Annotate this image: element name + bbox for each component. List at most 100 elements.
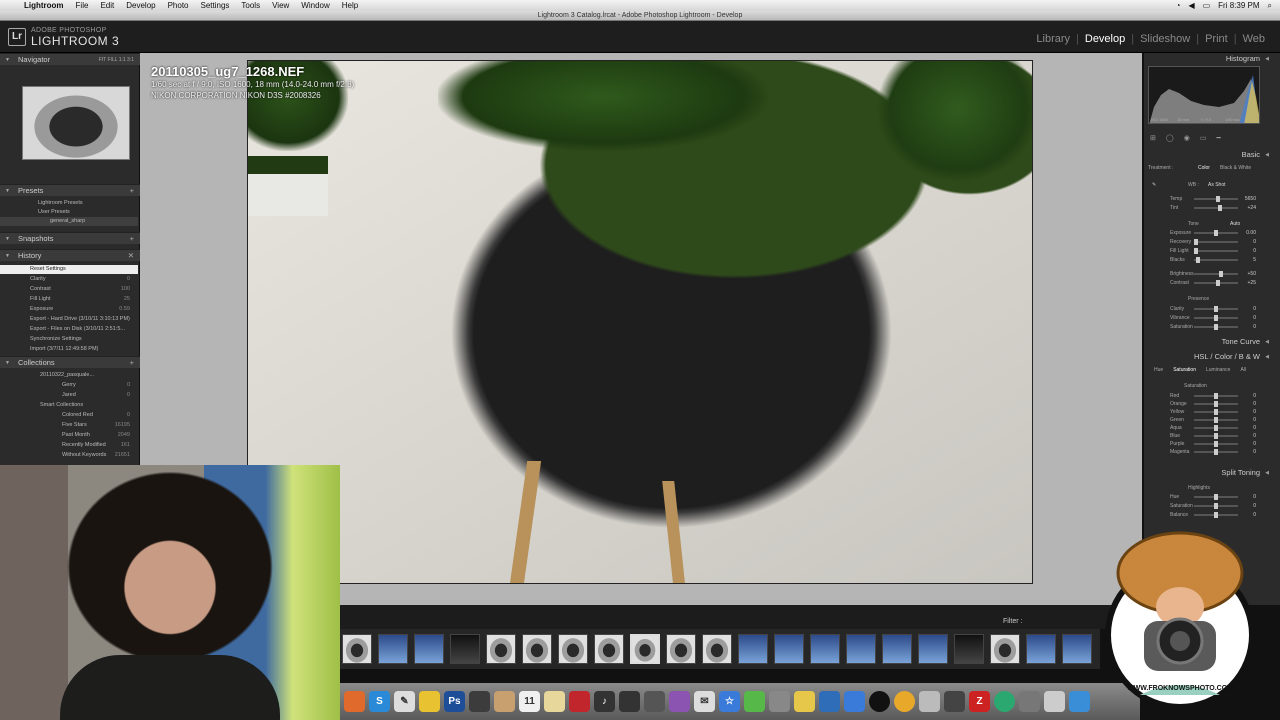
photoshop-icon[interactable]: Ps <box>444 691 465 712</box>
wifi-icon[interactable]: ◔ <box>1176 1 1181 10</box>
app-icon[interactable] <box>1019 691 1040 712</box>
menu-photo[interactable]: Photo <box>168 1 189 10</box>
filmstrip-thumbnail[interactable] <box>630 634 660 664</box>
preset-item[interactable]: general_sharp <box>0 217 138 226</box>
slider-knob[interactable] <box>1216 196 1220 202</box>
app-icon[interactable] <box>619 691 640 712</box>
volume-icon[interactable]: ◀ <box>1188 1 1194 10</box>
add-preset-button[interactable]: + <box>130 185 134 197</box>
spotlight-icon[interactable]: ⌕ <box>1268 1 1272 11</box>
filmstrip[interactable] <box>340 629 1100 669</box>
treatment-color[interactable]: Color <box>1198 164 1210 172</box>
app-icon[interactable] <box>744 691 765 712</box>
slider-knob[interactable] <box>1218 205 1222 211</box>
split-slider[interactable]: Balance 0 <box>1148 511 1258 519</box>
hsl-slider[interactable]: Yellow 0 <box>1148 408 1258 416</box>
filezilla-icon[interactable]: Z <box>969 691 990 712</box>
collection-item[interactable]: Gerry 0 <box>0 381 138 390</box>
app-icon[interactable] <box>669 691 690 712</box>
slider-knob[interactable] <box>1196 257 1200 263</box>
preset-folder[interactable]: User Presets <box>0 208 138 217</box>
spot-removal-icon[interactable]: ◯ <box>1166 134 1174 144</box>
adjustment-brush-icon[interactable]: ━ <box>1216 134 1220 144</box>
slider-knob[interactable] <box>1214 433 1218 439</box>
app-icon[interactable] <box>894 691 915 712</box>
slider-knob[interactable] <box>1214 503 1218 509</box>
collection-item[interactable]: Smart Collections <box>0 401 138 410</box>
main-photo[interactable] <box>247 60 1033 584</box>
app-icon[interactable] <box>819 691 840 712</box>
basic-slider[interactable]: Recovery 0 <box>1148 238 1258 246</box>
app-icon[interactable] <box>869 691 890 712</box>
app-icon[interactable]: ♪ <box>594 691 615 712</box>
app-icon[interactable] <box>644 691 665 712</box>
basic-slider[interactable]: Saturation 0 <box>1148 323 1258 331</box>
basic-slider[interactable]: Contrast +25 <box>1148 279 1258 287</box>
filmstrip-thumbnail[interactable] <box>666 634 696 664</box>
filmstrip-thumbnail[interactable] <box>882 634 912 664</box>
hsl-tab-saturation[interactable]: Saturation <box>1173 366 1196 374</box>
slider-knob[interactable] <box>1219 271 1223 277</box>
split-toning-header[interactable]: Split Toning <box>1144 467 1272 479</box>
app-icon[interactable] <box>1044 691 1065 712</box>
slider-knob[interactable] <box>1214 315 1218 321</box>
hsl-tab-hue[interactable]: Hue <box>1154 366 1163 374</box>
filmstrip-thumbnail[interactable] <box>558 634 588 664</box>
filmstrip-thumbnail[interactable] <box>990 634 1020 664</box>
preset-folder[interactable]: Lightroom Presets <box>0 199 138 208</box>
basic-slider[interactable]: Exposure 0.00 <box>1148 229 1258 237</box>
module-web[interactable]: Web <box>1238 33 1270 45</box>
tone-auto-button[interactable]: Auto <box>1230 220 1240 228</box>
filmstrip-thumbnail[interactable] <box>810 634 840 664</box>
menu-file[interactable]: File <box>76 1 89 10</box>
app-icon[interactable]: ✉ <box>694 691 715 712</box>
presets-header[interactable]: Presets+ <box>0 184 140 197</box>
filmstrip-thumbnail[interactable] <box>702 634 732 664</box>
filmstrip-thumbnail[interactable] <box>486 634 516 664</box>
collection-item[interactable]: 20110322_pasquale... <box>0 371 138 380</box>
split-slider[interactable]: Hue 0 <box>1148 493 1258 501</box>
battery-icon[interactable]: ▭ <box>1203 1 1211 10</box>
app-icon[interactable] <box>419 691 440 712</box>
add-collection-button[interactable]: + <box>130 357 134 369</box>
history-step[interactable]: Exposure 0.59 <box>0 305 138 314</box>
hsl-slider[interactable]: Blue 0 <box>1148 432 1258 440</box>
filmstrip-thumbnail[interactable] <box>1062 634 1092 664</box>
basic-slider[interactable]: Blacks 5 <box>1148 256 1258 264</box>
collection-item[interactable]: Recently Modified 161 <box>0 441 138 450</box>
menu-develop[interactable]: Develop <box>126 1 155 10</box>
slider-knob[interactable] <box>1214 425 1218 431</box>
slider-knob[interactable] <box>1214 409 1218 415</box>
filmstrip-thumbnail[interactable] <box>378 634 408 664</box>
histogram-header[interactable]: Histogram <box>1144 53 1272 65</box>
graduated-filter-icon[interactable]: ▭ <box>1200 134 1207 144</box>
basic-slider[interactable]: Fill Light 0 <box>1148 247 1258 255</box>
basic-slider[interactable]: Tint +24 <box>1148 204 1258 212</box>
wb-select[interactable]: As Shot <box>1208 181 1226 189</box>
filmstrip-thumbnail[interactable] <box>846 634 876 664</box>
navigator-preview[interactable] <box>22 86 130 160</box>
tone-curve-header[interactable]: Tone Curve <box>1144 336 1272 348</box>
hsl-tab-all[interactable]: All <box>1240 366 1246 374</box>
hsl-slider[interactable]: Green 0 <box>1148 416 1258 424</box>
twitter-icon[interactable] <box>1069 691 1090 712</box>
snapshots-header[interactable]: Snapshots+ <box>0 232 140 245</box>
history-step[interactable]: Reset Settings <box>0 265 138 274</box>
slider-knob[interactable] <box>1214 230 1218 236</box>
menu-help[interactable]: Help <box>342 1 358 10</box>
app-icon[interactable] <box>844 691 865 712</box>
slider-knob[interactable] <box>1216 280 1220 286</box>
slider-knob[interactable] <box>1214 324 1218 330</box>
basic-slider[interactable]: Brightness +50 <box>1148 270 1258 278</box>
slider-knob[interactable] <box>1214 417 1218 423</box>
filmstrip-thumbnail[interactable] <box>954 634 984 664</box>
slider-knob[interactable] <box>1194 248 1198 254</box>
app-icon[interactable] <box>469 691 490 712</box>
basic-slider[interactable]: Vibrance 0 <box>1148 314 1258 322</box>
menu-tools[interactable]: Tools <box>241 1 260 10</box>
app-icon[interactable] <box>569 691 590 712</box>
filmstrip-thumbnail[interactable] <box>774 634 804 664</box>
app-icon[interactable] <box>919 691 940 712</box>
menu-view[interactable]: View <box>272 1 289 10</box>
split-slider[interactable]: Saturation 0 <box>1148 502 1258 510</box>
